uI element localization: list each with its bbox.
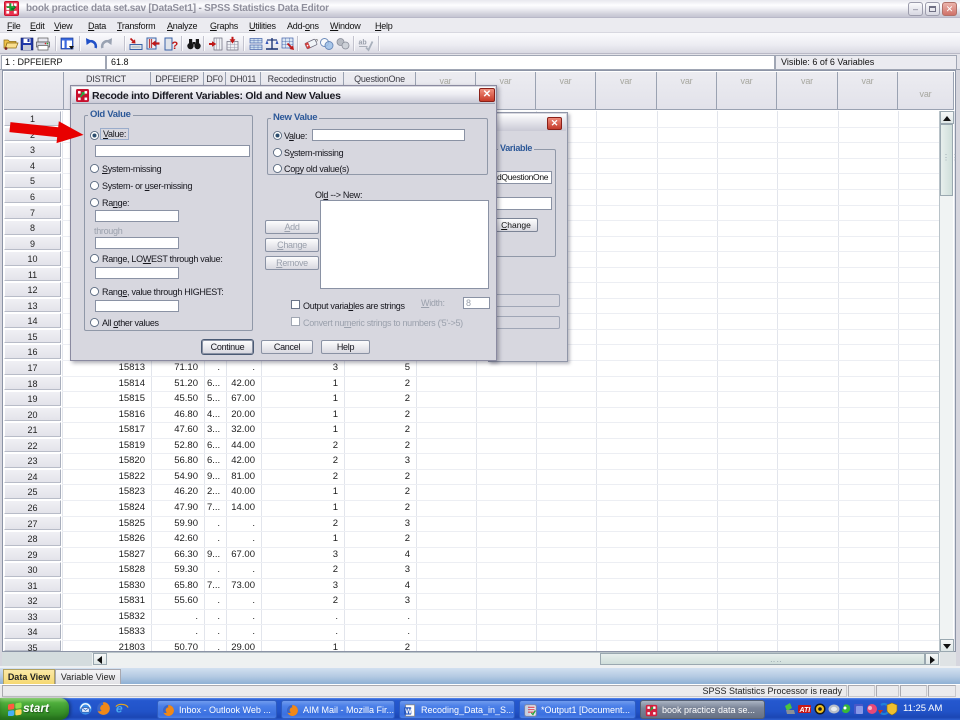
svg-text:W: W [405, 708, 412, 715]
svg-text:ATI: ATI [799, 707, 812, 714]
svg-text:?: ? [172, 40, 179, 52]
svg-text:ab: ab [359, 40, 367, 47]
